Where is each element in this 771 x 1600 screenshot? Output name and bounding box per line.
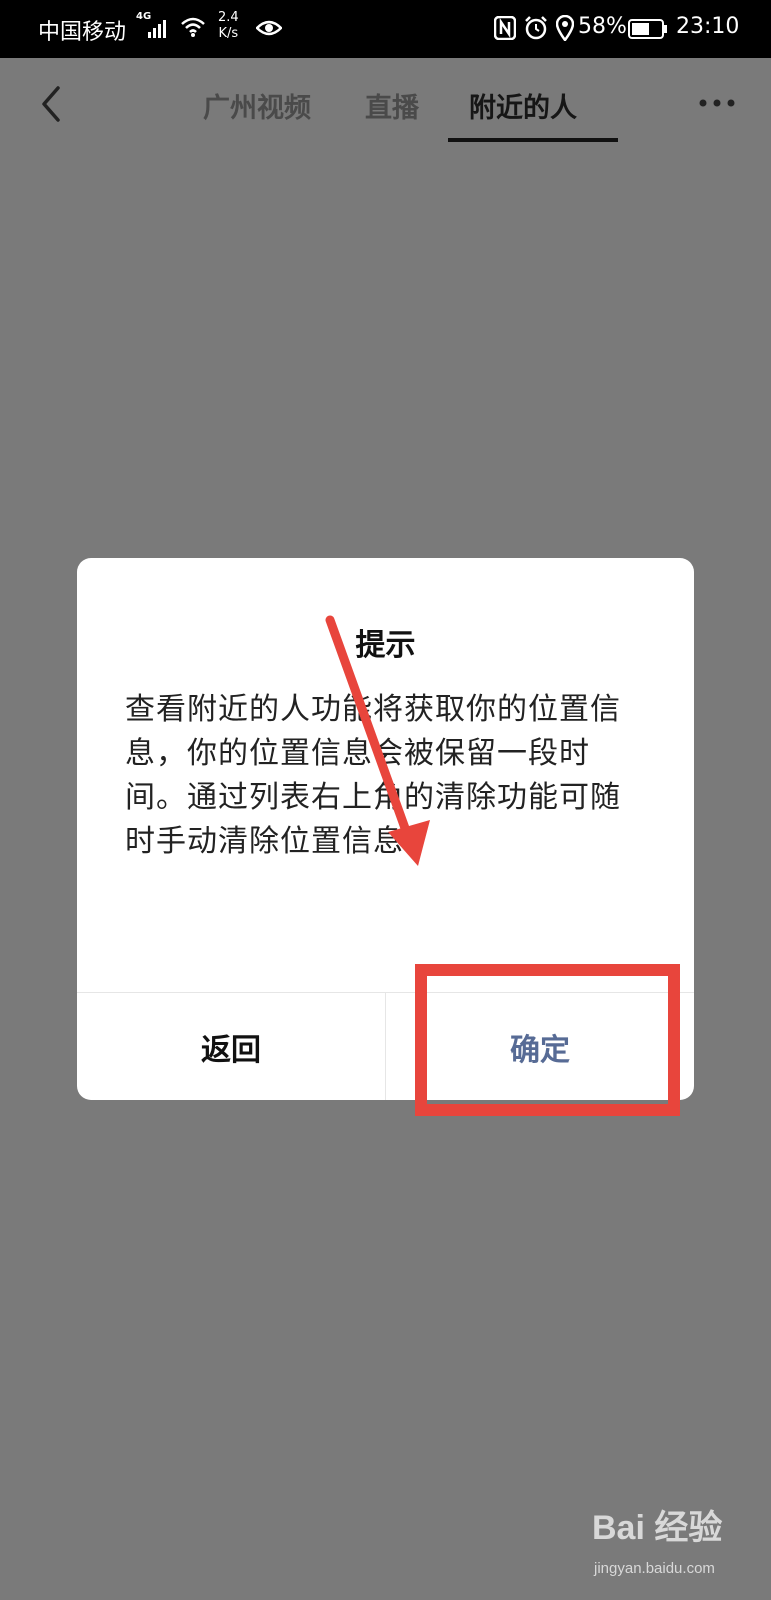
permission-dialog: 提示 查看附近的人功能将获取你的位置信息，你的位置信息会被保留一段时间。通过列表…: [77, 558, 694, 1100]
dialog-title: 提示: [355, 628, 416, 663]
nfc-icon: [494, 16, 516, 40]
cancel-button[interactable]: 返回: [77, 993, 385, 1100]
top-navigation: 广州视频 直播 附近的人: [0, 58, 771, 146]
tab-nearby-people[interactable]: 附近的人: [469, 86, 577, 125]
carrier-label: 中国移动: [38, 20, 127, 45]
chevron-left-icon[interactable]: [38, 84, 66, 124]
battery-percent: 58%: [578, 14, 627, 39]
status-bar: 中国移动 4G 2.4 K/s 58% 23:10: [0, 0, 771, 58]
watermark-url: jingyan.baidu.com: [594, 1560, 715, 1577]
dialog-message: 查看附近的人功能将获取你的位置信息，你的位置信息会被保留一段时间。通过列表右上角…: [125, 692, 621, 859]
network-speed-value: 2.4: [218, 10, 239, 25]
watermark: Bai 经验 jingyan.baidu.com: [592, 1500, 762, 1590]
active-tab-indicator: [448, 138, 618, 142]
tab-guangzhou-video[interactable]: 广州视频: [203, 86, 311, 125]
wifi-icon: [181, 17, 205, 37]
watermark-logo: Bai 经验: [592, 1509, 723, 1547]
more-horizontal-icon[interactable]: [698, 98, 736, 108]
alarm-icon: [525, 16, 547, 40]
location-icon: [556, 15, 574, 41]
network-speed: 2.4 K/s: [218, 10, 239, 42]
clock: 23:10: [676, 14, 740, 39]
signal-icon: [148, 20, 166, 38]
eye-icon: [256, 20, 282, 36]
network-speed-unit: K/s: [218, 26, 239, 41]
tab-live[interactable]: 直播: [365, 86, 419, 125]
confirm-button[interactable]: 确定: [386, 993, 694, 1100]
battery-icon: [628, 19, 667, 39]
